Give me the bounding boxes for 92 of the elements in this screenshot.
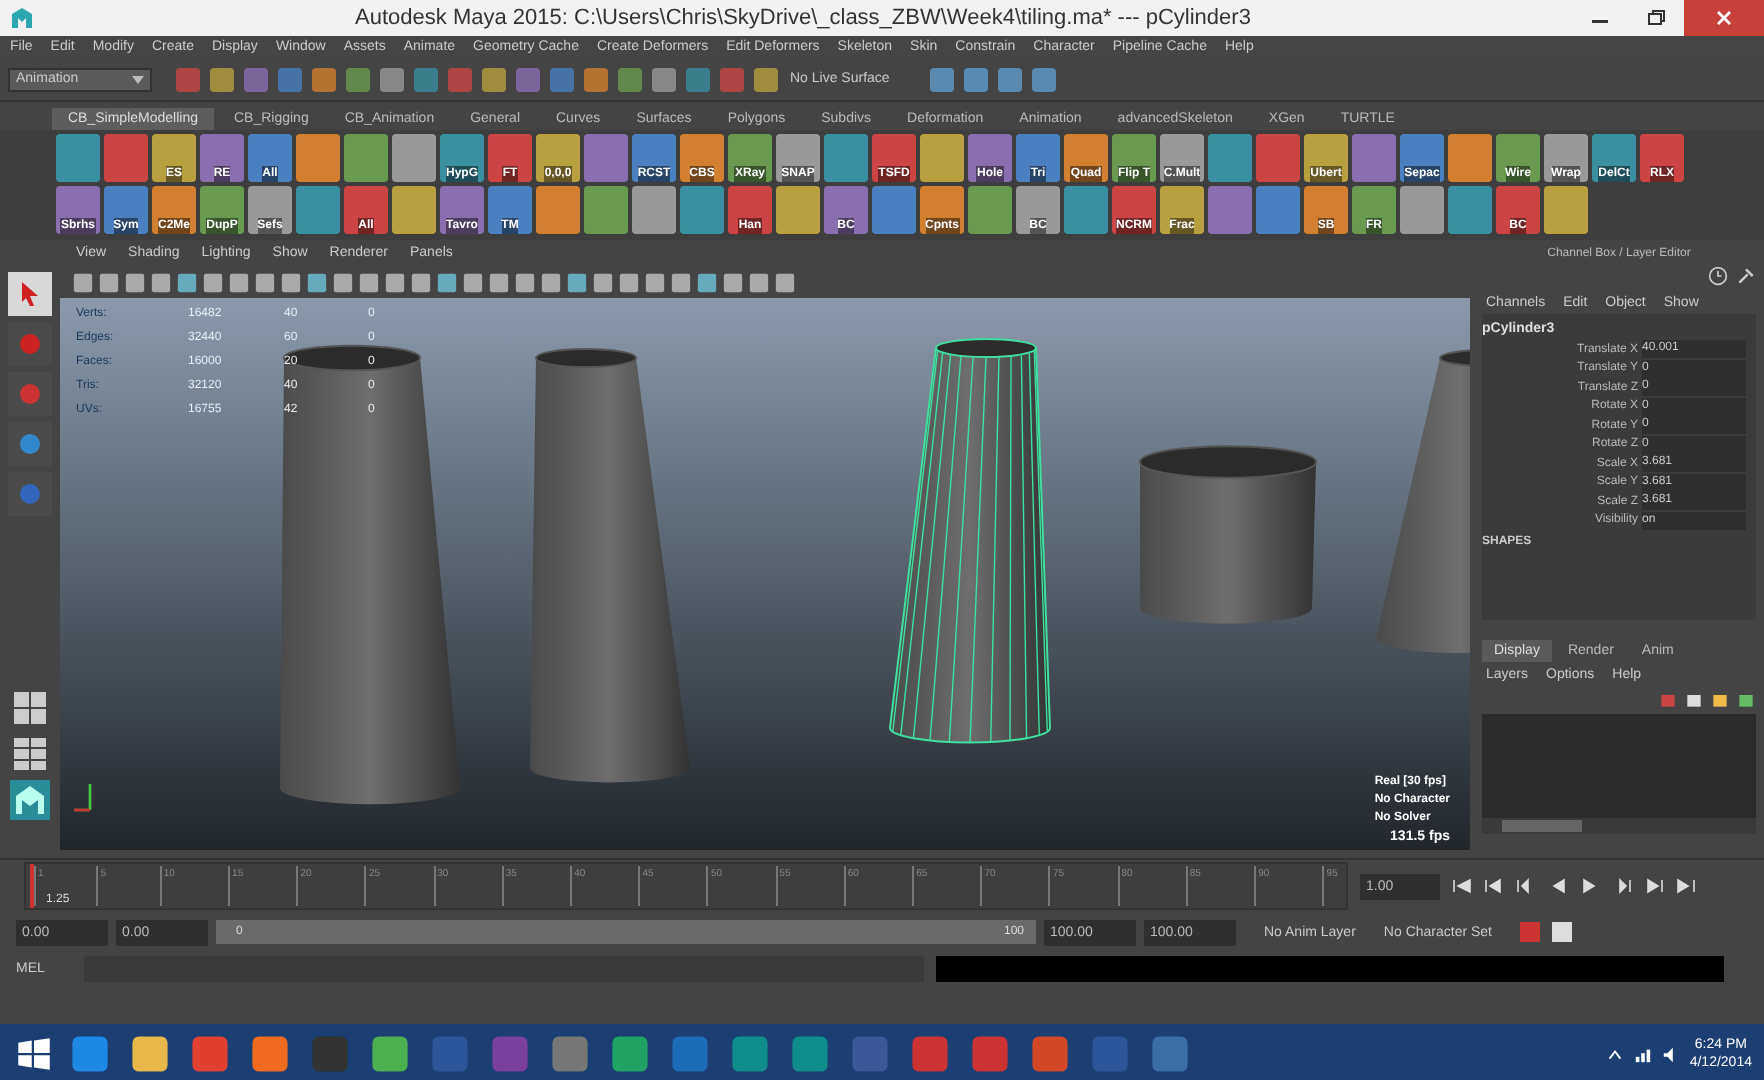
toolbar-icon[interactable] (927, 65, 956, 93)
taskbar-app-icon[interactable] (608, 1032, 652, 1076)
toolbar-icon[interactable] (961, 65, 990, 93)
playback-button[interactable] (1452, 876, 1472, 896)
panel-toolbar-icon[interactable] (748, 271, 770, 293)
maya-logo-icon (10, 6, 34, 30)
taskbar-app-icon[interactable] (68, 1032, 112, 1076)
tool-button[interactable] (8, 472, 52, 516)
window-title: Autodesk Maya 2015: C:\Users\Chris\SkyDrive\_class_ZBW\Week4\tiling.ma* --- pCylinder3 (353, 6, 1253, 30)
panel-toolbar-icon[interactable] (280, 271, 302, 293)
toolbar-icon[interactable] (310, 65, 338, 93)
panel-toolbar-icon[interactable] (462, 271, 484, 293)
network-icon[interactable] (1633, 1045, 1652, 1063)
panel-toolbar-icon[interactable] (124, 271, 146, 293)
panel-toolbar-icon[interactable] (670, 271, 692, 293)
taskbar-app-icon[interactable] (248, 1032, 292, 1076)
clock-icon[interactable] (1708, 266, 1728, 286)
taskbar-app-icon[interactable] (548, 1032, 592, 1076)
toolbar-icon[interactable] (718, 65, 746, 93)
panel-toolbar-icon[interactable] (254, 271, 276, 293)
cylinder-drawing[interactable] (1139, 445, 1317, 624)
tool-button[interactable] (8, 422, 52, 466)
panel-toolbar-icon[interactable] (722, 271, 744, 293)
selected-cylinder-drawing[interactable] (889, 338, 1051, 744)
toolbar-icon[interactable] (344, 65, 372, 93)
restore-icon (1646, 8, 1666, 28)
playback-button[interactable] (1676, 876, 1696, 896)
toolbar-icon[interactable] (650, 65, 678, 93)
toolbar-icon[interactable] (208, 65, 236, 93)
tool-button[interactable] (8, 322, 52, 366)
panel-toolbar-icon[interactable] (176, 271, 198, 293)
cylinder-drawing[interactable] (280, 344, 460, 805)
panel-toolbar-icon[interactable] (566, 271, 588, 293)
taskbar-app-icon[interactable] (128, 1032, 172, 1076)
panel-toolbar-icon[interactable] (150, 271, 172, 293)
panel-toolbar-icon[interactable] (488, 271, 510, 293)
playback-button[interactable] (1644, 876, 1664, 896)
panel-toolbar-icon[interactable] (384, 271, 406, 293)
toolbar-icon[interactable] (242, 65, 270, 93)
sphere-icon (16, 380, 44, 408)
caret-icon (132, 75, 144, 83)
taskbar-app-icon[interactable] (368, 1032, 412, 1076)
panel-toolbar-icon[interactable] (774, 271, 796, 293)
panel-toolbar-icon[interactable] (202, 271, 224, 293)
panel-toolbar-icon[interactable] (436, 271, 458, 293)
tool-button[interactable] (8, 272, 52, 316)
toolbar-icon[interactable] (582, 65, 610, 93)
toolbar-icon[interactable] (174, 65, 202, 93)
toolbar-icon[interactable] (995, 65, 1024, 93)
playback-button[interactable] (1484, 876, 1504, 896)
layout-icon[interactable] (10, 734, 50, 774)
toolbar-icon[interactable] (548, 65, 576, 93)
panel-toolbar-icon[interactable] (228, 271, 250, 293)
panel-toolbar-icon[interactable] (72, 271, 94, 293)
panel-toolbar-icon[interactable] (514, 271, 536, 293)
taskbar-app-icon[interactable] (728, 1032, 772, 1076)
axis-gizmo-icon (72, 782, 92, 812)
toolbar-icon[interactable] (752, 65, 780, 93)
taskbar-app-icon[interactable] (1028, 1032, 1072, 1076)
toolbar-icon[interactable] (684, 65, 712, 93)
toolbar-icon[interactable] (446, 65, 474, 93)
panel-toolbar-icon[interactable] (306, 271, 328, 293)
toolbar-icon[interactable] (276, 65, 304, 93)
panel-toolbar-icon[interactable] (358, 271, 380, 293)
scrollbar[interactable] (1482, 818, 1756, 834)
taskbar-app-icon[interactable] (188, 1032, 232, 1076)
sphere-icon (16, 330, 44, 358)
panel-toolbar-icon[interactable] (696, 271, 718, 293)
close-icon (1714, 8, 1734, 28)
sphere-icon (16, 480, 44, 508)
taskbar-app-icon[interactable] (788, 1032, 832, 1076)
sphere-icon (16, 430, 44, 458)
cylinder-drawing[interactable] (530, 348, 690, 783)
toolbar-icon[interactable] (616, 65, 644, 93)
layout-icon[interactable] (10, 688, 50, 728)
toolbar-icon[interactable] (1029, 65, 1058, 93)
toolbar-icon[interactable] (480, 65, 508, 93)
toolbar-icon[interactable] (514, 65, 542, 93)
maya-logo-icon[interactable] (10, 780, 50, 820)
close-button[interactable] (1684, 0, 1764, 36)
panel-toolbar-icon[interactable] (592, 271, 614, 293)
current-time-marker[interactable] (29, 864, 34, 908)
panel-toolbar-icon[interactable] (98, 271, 120, 293)
panel-toolbar-icon[interactable] (644, 271, 666, 293)
toolbar-icon[interactable] (378, 65, 406, 93)
windows-start-icon[interactable] (16, 1036, 52, 1072)
panel-toolbar-icon[interactable] (540, 271, 562, 293)
panel-toolbar-icon[interactable] (332, 271, 354, 293)
panel-toolbar-icon[interactable] (410, 271, 432, 293)
tool-button[interactable] (8, 372, 52, 416)
panel-toolbar-icon[interactable] (618, 271, 640, 293)
toolbar-icon[interactable] (412, 65, 440, 93)
